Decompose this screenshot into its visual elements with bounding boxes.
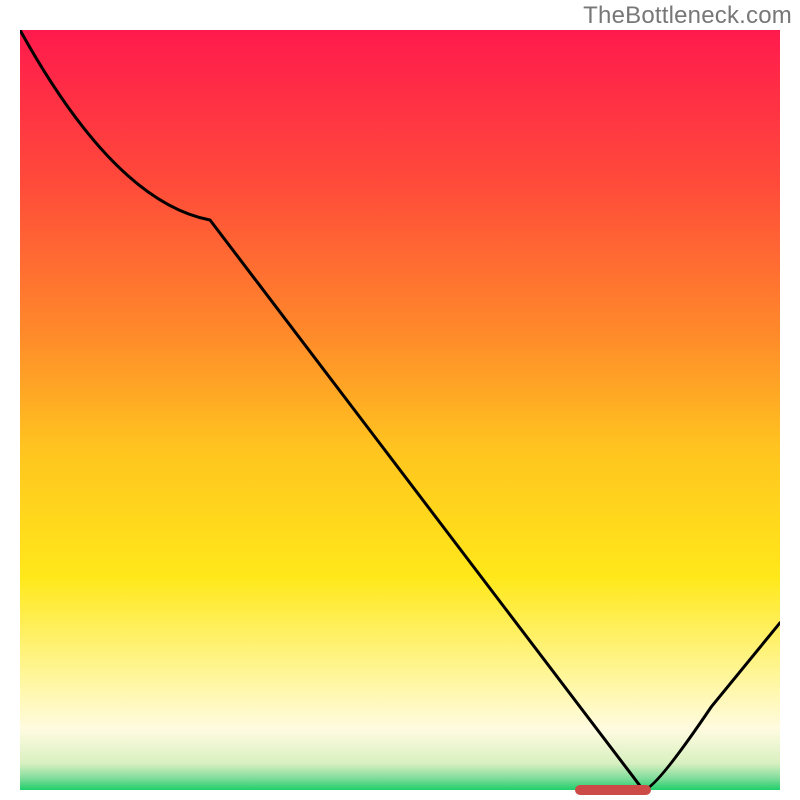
minimum-marker (575, 785, 651, 795)
watermark-text: TheBottleneck.com (583, 2, 792, 30)
gradient-background (20, 30, 780, 790)
chart-stage: TheBottleneck.com (0, 0, 800, 800)
chart-svg (20, 30, 780, 790)
plot-area (20, 30, 780, 790)
